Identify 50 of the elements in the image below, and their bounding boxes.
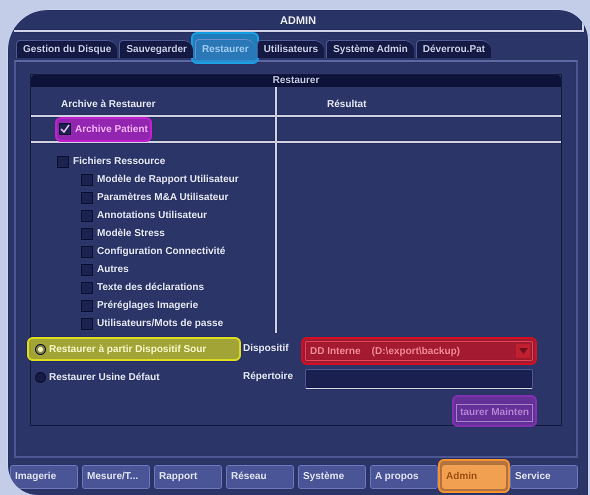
- checkbox-label: Texte des déclarations: [97, 281, 204, 295]
- tab[interactable]: Déverrou.Pat: [416, 40, 492, 58]
- window-title: ADMIN: [14, 12, 584, 32]
- checkbox[interactable]: [81, 282, 93, 294]
- directory-label: Répertoire: [243, 370, 294, 384]
- checkbox-label: Préréglages Imagerie: [97, 299, 198, 313]
- checkbox[interactable]: [81, 174, 93, 186]
- checkbox[interactable]: [81, 210, 93, 222]
- tab[interactable]: Utilisateurs: [256, 40, 324, 58]
- radio-button[interactable]: [35, 344, 46, 354]
- bottom-tab[interactable]: Imagerie: [10, 464, 78, 488]
- checkbox-label: Archive Patient: [75, 122, 148, 136]
- bottom-tab[interactable]: Système: [298, 464, 366, 488]
- checkbox-label: Configuration Connectivité: [97, 245, 226, 259]
- checkbox[interactable]: [81, 192, 93, 204]
- radio-label: Restaurer à partir Dispositif Sour: [49, 342, 206, 356]
- radio-button[interactable]: [35, 372, 46, 382]
- panel-title: Restaurer: [31, 75, 561, 87]
- bottom-tab[interactable]: Réseau: [226, 464, 294, 488]
- bottom-tab[interactable]: Admin: [442, 464, 506, 488]
- column-header: Archive à Restaurer: [61, 99, 156, 110]
- restore-now-button[interactable]: taurer Mainten: [456, 404, 533, 422]
- bottom-tab[interactable]: Mesure/T...: [82, 464, 150, 488]
- checkbox-label: Utilisateurs/Mots de passe: [97, 317, 224, 331]
- bottom-tab[interactable]: A propos: [370, 464, 438, 488]
- checkbox[interactable]: [81, 228, 93, 240]
- dropdown-arrow-icon: [518, 348, 528, 354]
- device-label: Dispositif: [243, 342, 290, 356]
- tab[interactable]: Sauvegarder: [119, 40, 193, 58]
- checkbox[interactable]: [81, 300, 93, 312]
- checkbox-label: Annotations Utilisateur: [97, 209, 208, 223]
- radio-label: Restaurer Usine Défaut: [49, 370, 160, 384]
- tab[interactable]: Restaurer: [194, 39, 255, 59]
- checkbox-label: Paramètres M&A Utilisateur: [97, 191, 228, 205]
- checkbox-label: Autres: [97, 263, 129, 277]
- checkbox-label: Modèle de Rapport Utilisateur: [97, 173, 239, 187]
- directory-field[interactable]: [305, 369, 533, 389]
- tab[interactable]: Gestion du Disque: [16, 40, 118, 58]
- column-header: Résultat: [327, 99, 366, 110]
- checkbox[interactable]: [81, 246, 93, 258]
- tab[interactable]: Système Admin: [326, 40, 414, 58]
- checkbox[interactable]: [81, 318, 93, 330]
- checkbox-label: Fichiers Ressource: [73, 155, 166, 169]
- checkbox[interactable]: [59, 123, 71, 135]
- bottom-tab[interactable]: Service: [510, 464, 578, 488]
- bottom-tab[interactable]: Rapport: [154, 464, 222, 488]
- checkbox[interactable]: [81, 264, 93, 276]
- checkbox[interactable]: [57, 156, 69, 168]
- device-dropdown[interactable]: DD Interne (D:\export\backup): [305, 341, 533, 361]
- checkbox-label: Modèle Stress: [97, 227, 165, 241]
